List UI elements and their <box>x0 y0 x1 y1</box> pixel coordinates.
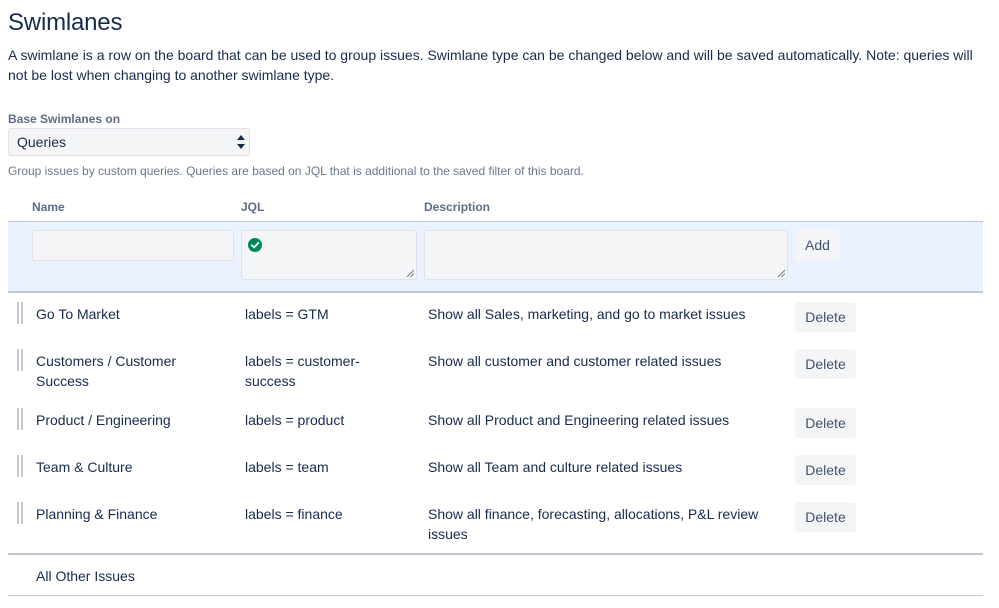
add-swimlane-row: Add <box>8 221 983 293</box>
new-jql-textarea[interactable] <box>241 230 417 280</box>
swimlane-description: Show all customer and customer related i… <box>428 353 722 369</box>
delete-button[interactable]: Delete <box>795 455 856 485</box>
new-name-input[interactable] <box>32 230 234 261</box>
table-row: Customers / Customer Success labels = cu… <box>8 349 983 399</box>
swimlane-name: Product / Engineering <box>36 412 171 428</box>
jql-valid-check-icon <box>248 238 262 252</box>
swimlane-name: Team & Culture <box>36 459 133 475</box>
delete-button[interactable]: Delete <box>795 408 856 438</box>
swimlane-description: Show all finance, forecasting, allocatio… <box>428 506 759 542</box>
drag-handle-icon[interactable] <box>16 502 24 524</box>
delete-button[interactable]: Delete <box>795 502 856 532</box>
drag-handle-icon[interactable] <box>16 455 24 477</box>
column-header-name: Name <box>32 200 65 214</box>
table-row: Go To Market labels = GTM Show all Sales… <box>8 302 983 342</box>
all-other-issues-label: All Other Issues <box>36 568 135 584</box>
new-description-textarea[interactable] <box>424 230 788 280</box>
drag-handle-icon[interactable] <box>16 408 24 430</box>
swimlane-jql: labels = product <box>245 412 345 428</box>
table-row: Team & Culture labels = team Show all Te… <box>8 455 983 495</box>
base-swimlanes-help: Group issues by custom queries. Queries … <box>8 164 584 178</box>
base-swimlanes-label: Base Swimlanes on <box>8 112 121 126</box>
select-arrows-icon <box>237 135 245 149</box>
base-swimlanes-select[interactable]: Queries <box>8 128 250 156</box>
page-title: Swimlanes <box>8 9 123 36</box>
add-button[interactable]: Add <box>795 230 840 260</box>
drag-handle-icon[interactable] <box>16 302 24 324</box>
table-divider <box>8 553 983 555</box>
swimlane-description: Show all Product and Engineering related… <box>428 412 730 428</box>
page-intro: A swimlane is a row on the board that ca… <box>8 47 973 83</box>
resize-handle-icon[interactable] <box>777 269 785 277</box>
swimlane-jql: labels = team <box>245 459 329 475</box>
swimlane-description: Show all Sales, marketing, and go to mar… <box>428 306 746 322</box>
table-bottom-divider <box>8 595 983 596</box>
table-row: Product / Engineering labels = product S… <box>8 408 983 448</box>
swimlane-jql: labels = GTM <box>245 306 329 322</box>
column-header-description: Description <box>424 200 491 214</box>
base-swimlanes-selected: Queries <box>17 134 67 150</box>
swimlane-name: Customers / Customer Success <box>36 353 177 389</box>
all-other-issues-row: All Other Issues <box>8 566 983 590</box>
resize-handle-icon[interactable] <box>406 269 414 277</box>
swimlane-jql: labels = finance <box>245 506 343 522</box>
swimlane-jql: labels = customer-success <box>245 353 360 389</box>
table-row: Planning & Finance labels = finance Show… <box>8 502 983 550</box>
column-header-jql: JQL <box>241 200 265 214</box>
swimlane-description: Show all Team and culture related issues <box>428 459 683 475</box>
delete-button[interactable]: Delete <box>795 349 856 379</box>
swimlane-name: Go To Market <box>36 306 120 322</box>
swimlane-name: Planning & Finance <box>36 506 158 522</box>
drag-handle-icon[interactable] <box>16 349 24 371</box>
delete-button[interactable]: Delete <box>795 302 856 332</box>
